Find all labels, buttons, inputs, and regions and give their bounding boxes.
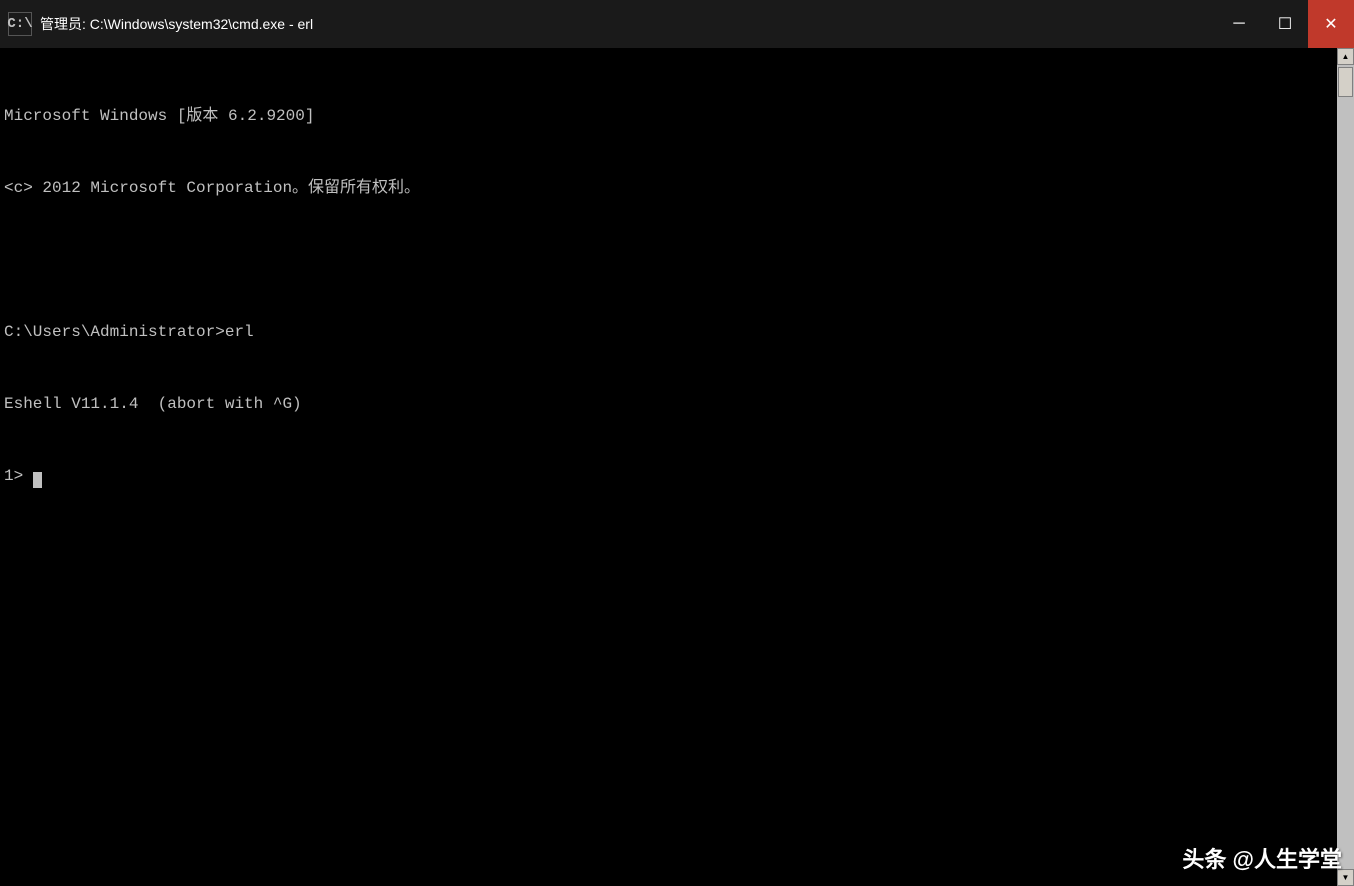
scrollbar: ▲ ▼ xyxy=(1337,48,1354,886)
maximize-icon: ☐ xyxy=(1278,14,1292,34)
title-text: 管理员: C:\Windows\system32\cmd.exe - erl xyxy=(40,14,313,34)
scroll-track[interactable] xyxy=(1337,65,1354,869)
close-button[interactable]: ✕ xyxy=(1308,0,1354,48)
cmd-window: C:\ 管理员: C:\Windows\system32\cmd.exe - e… xyxy=(0,0,1354,886)
title-bar: C:\ 管理员: C:\Windows\system32\cmd.exe - e… xyxy=(0,0,1354,48)
console-content[interactable]: Microsoft Windows [版本 6.2.9200] <c> 2012… xyxy=(0,48,1337,886)
console-line-2: <c> 2012 Microsoft Corporation。保留所有权利。 xyxy=(4,176,1333,200)
scroll-thumb[interactable] xyxy=(1338,67,1353,97)
title-bar-left: C:\ 管理员: C:\Windows\system32\cmd.exe - e… xyxy=(8,12,313,36)
minimize-button[interactable]: ─ xyxy=(1216,0,1262,48)
maximize-button[interactable]: ☐ xyxy=(1262,0,1308,48)
console-line-6: 1> xyxy=(4,464,1333,488)
scroll-down-button[interactable]: ▼ xyxy=(1337,869,1354,886)
scroll-up-button[interactable]: ▲ xyxy=(1337,48,1354,65)
prompt-text: 1> xyxy=(4,467,33,485)
title-bar-buttons: ─ ☐ ✕ xyxy=(1216,0,1354,48)
console-area: Microsoft Windows [版本 6.2.9200] <c> 2012… xyxy=(0,48,1354,886)
cmd-icon: C:\ xyxy=(8,12,32,36)
console-line-4: C:\Users\Administrator>erl xyxy=(4,320,1333,344)
console-line-3 xyxy=(4,248,1333,272)
minimize-icon: ─ xyxy=(1233,15,1244,33)
console-line-1: Microsoft Windows [版本 6.2.9200] xyxy=(4,104,1333,128)
close-icon: ✕ xyxy=(1324,14,1337,34)
cmd-icon-text: C:\ xyxy=(7,16,32,32)
console-line-5: Eshell V11.1.4 (abort with ^G) xyxy=(4,392,1333,416)
cursor xyxy=(33,472,42,488)
